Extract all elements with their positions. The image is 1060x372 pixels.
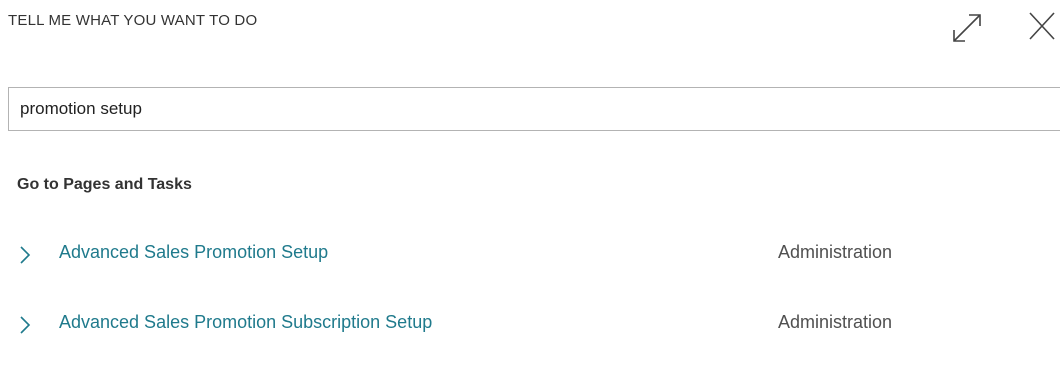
expand-button[interactable] — [945, 8, 985, 44]
dialog-title: TELL ME WHAT YOU WANT TO DO — [8, 12, 258, 29]
section-heading: Go to Pages and Tasks — [17, 176, 192, 193]
result-category: Administration — [778, 312, 893, 332]
result-category: Administration — [778, 242, 893, 262]
chevron-right-icon — [18, 313, 32, 337]
result-link[interactable]: Advanced Sales Promotion Setup — [59, 242, 328, 263]
result-row[interactable]: Advanced Sales Promotion Setup Administr… — [0, 229, 1060, 299]
close-button[interactable] — [1020, 8, 1060, 44]
results-list: Advanced Sales Promotion Setup Administr… — [0, 229, 1060, 369]
tell-me-dialog: TELL ME WHAT YOU WANT TO DO Go to Pages … — [0, 0, 1060, 372]
expand-icon — [953, 14, 981, 42]
result-link[interactable]: Advanced Sales Promotion Subscription Se… — [59, 312, 432, 333]
search-input[interactable] — [8, 87, 1060, 131]
result-row[interactable]: Advanced Sales Promotion Subscription Se… — [0, 299, 1060, 369]
close-icon — [1029, 12, 1055, 40]
chevron-right-icon — [18, 243, 32, 267]
